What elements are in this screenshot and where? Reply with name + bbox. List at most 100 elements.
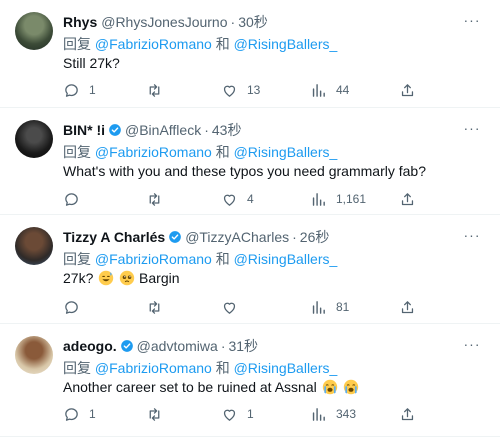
views-count: 343 xyxy=(336,407,357,421)
pleading-face-emoji-icon xyxy=(119,270,135,286)
more-options-icon[interactable]: ··· xyxy=(462,334,482,354)
views-count: 81 xyxy=(336,300,350,314)
share-icon xyxy=(401,407,414,420)
and-label: 和 xyxy=(215,360,230,376)
action-bar: 1 1 343 xyxy=(58,404,418,424)
divider xyxy=(0,436,500,437)
more-options-icon[interactable]: ··· xyxy=(462,118,482,138)
mention-link[interactable]: @FabrizioRomano xyxy=(95,36,212,52)
tweet-text: Another career set to be ruined at Assna… xyxy=(63,379,359,395)
views-icon xyxy=(312,300,325,314)
views-button[interactable]: 1,161 xyxy=(310,189,366,209)
retweet-button[interactable] xyxy=(146,189,172,209)
avatar[interactable] xyxy=(15,12,53,50)
share-button[interactable] xyxy=(399,80,416,100)
replying-to: 回复 @FabrizioRomano 和 @RisingBallers_ xyxy=(63,358,337,378)
retweet-button[interactable] xyxy=(146,404,172,424)
more-options-icon[interactable]: ··· xyxy=(462,225,482,245)
tweet-text: Still 27k? xyxy=(63,55,120,71)
reply-icon xyxy=(65,83,78,97)
tweet-binaffleck[interactable]: BIN* !i @BinAffleck · 43秒 ··· 回复 @Fabriz… xyxy=(0,108,500,214)
retweet-icon xyxy=(149,300,160,314)
timestamp[interactable]: 26秒 xyxy=(300,227,330,247)
timestamp[interactable]: 30秒 xyxy=(238,12,268,32)
mention-link[interactable]: @FabrizioRomano xyxy=(95,144,212,160)
mention-link[interactable]: @FabrizioRomano xyxy=(95,251,212,267)
replying-to: 回复 @FabrizioRomano 和 @RisingBallers_ xyxy=(63,34,337,54)
tweet-text-part: 27k? xyxy=(63,270,94,286)
tweet-header: Rhys @RhysJonesJourno · 30秒 xyxy=(63,12,268,32)
like-button[interactable] xyxy=(221,297,247,317)
user-handle[interactable]: @advtomiwa xyxy=(137,338,218,354)
replying-to: 回复 @FabrizioRomano 和 @RisingBallers_ xyxy=(63,142,337,162)
separator-dot: · xyxy=(230,14,236,30)
tweet-header: adeogo. @advtomiwa · 31秒 xyxy=(63,336,258,356)
reply-icon xyxy=(65,407,78,421)
loudly-crying-emoji-icon xyxy=(343,379,358,395)
share-button[interactable] xyxy=(399,404,416,424)
verified-badge-icon xyxy=(109,124,121,136)
reply-button[interactable] xyxy=(63,297,89,317)
user-handle[interactable]: @RhysJonesJourno xyxy=(101,14,227,30)
action-bar: 1 13 44 xyxy=(58,80,418,100)
and-label: 和 xyxy=(215,144,230,160)
reply-button[interactable]: 1 xyxy=(63,80,96,100)
share-icon xyxy=(401,83,414,96)
share-icon xyxy=(401,192,414,205)
share-button[interactable] xyxy=(399,297,416,317)
user-handle[interactable]: @BinAffleck xyxy=(125,122,201,138)
like-button[interactable]: 1 xyxy=(221,404,254,424)
replying-to: 回复 @FabrizioRomano 和 @RisingBallers_ xyxy=(63,249,337,269)
tweet-header: BIN* !i @BinAffleck · 43秒 xyxy=(63,120,241,140)
like-count: 1 xyxy=(247,407,254,421)
like-button[interactable]: 4 xyxy=(221,189,254,209)
display-name[interactable]: Tizzy A Charlés xyxy=(63,229,165,245)
views-button[interactable]: 81 xyxy=(310,297,349,317)
reply-button[interactable] xyxy=(63,189,89,209)
display-name[interactable]: BIN* !i xyxy=(63,122,105,138)
and-label: 和 xyxy=(215,36,230,52)
and-label: 和 xyxy=(215,251,230,267)
separator-dot: · xyxy=(292,229,297,245)
reply-icon xyxy=(65,300,78,314)
views-button[interactable]: 343 xyxy=(310,404,356,424)
reply-count: 1 xyxy=(89,407,96,421)
display-name[interactable]: adeogo. xyxy=(63,338,117,354)
retweet-button[interactable] xyxy=(146,80,172,100)
share-icon xyxy=(401,300,414,313)
tweet-rhys[interactable]: Rhys @RhysJonesJourno · 30秒 ··· 回复 @Fabr… xyxy=(0,0,500,107)
tweet-text: 27k? Bargin xyxy=(63,270,180,286)
retweet-icon xyxy=(149,192,160,206)
tweet-header: Tizzy A Charlés @TizzyACharles · 26秒 xyxy=(63,227,329,247)
views-button[interactable]: 44 xyxy=(310,80,349,100)
action-bar: 81 xyxy=(58,297,418,317)
mention-link[interactable]: @RisingBallers_ xyxy=(234,144,338,160)
reply-button[interactable]: 1 xyxy=(63,404,96,424)
timestamp[interactable]: 31秒 xyxy=(228,336,258,356)
share-button[interactable] xyxy=(399,189,416,209)
avatar[interactable] xyxy=(15,120,53,158)
like-count: 13 xyxy=(247,83,261,97)
like-count: 4 xyxy=(247,192,254,206)
tweet-tizzy[interactable]: Tizzy A Charlés @TizzyACharles · 26秒 ···… xyxy=(0,215,500,323)
tweet-text-part: Another career set to be ruined at Assna… xyxy=(63,379,317,395)
like-button[interactable]: 13 xyxy=(221,80,260,100)
views-icon xyxy=(312,83,325,97)
more-options-icon[interactable]: ··· xyxy=(462,10,482,30)
user-handle[interactable]: @TizzyACharles xyxy=(185,229,289,245)
mention-link[interactable]: @RisingBallers_ xyxy=(234,251,338,267)
avatar[interactable] xyxy=(15,227,53,265)
retweet-button[interactable] xyxy=(146,297,172,317)
display-name[interactable]: Rhys xyxy=(63,14,97,30)
tweet-text: What's with you and these typos you need… xyxy=(63,163,426,179)
mention-link[interactable]: @FabrizioRomano xyxy=(95,360,212,376)
tweet-adeogo[interactable]: adeogo. @advtomiwa · 31秒 ··· 回复 @Fabrizi… xyxy=(0,324,500,436)
avatar[interactable] xyxy=(15,336,53,374)
reply-prefix: 回复 xyxy=(63,144,91,160)
like-icon xyxy=(223,85,236,97)
timestamp[interactable]: 43秒 xyxy=(212,120,242,140)
views-icon xyxy=(312,407,325,421)
mention-link[interactable]: @RisingBallers_ xyxy=(234,36,338,52)
mention-link[interactable]: @RisingBallers_ xyxy=(234,360,338,376)
reply-count: 1 xyxy=(89,83,96,97)
